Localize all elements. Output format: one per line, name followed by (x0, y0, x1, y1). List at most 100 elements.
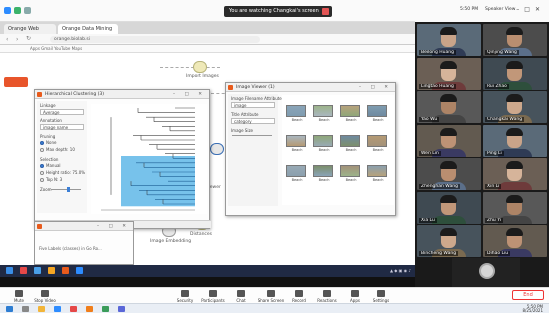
thumbnail[interactable]: Beach (313, 165, 335, 182)
thumbnail[interactable]: Beach (367, 105, 389, 122)
shield-icon[interactable] (14, 7, 21, 14)
participant-name: Ping Li (485, 150, 504, 156)
zoom-slider-track[interactable] (51, 189, 81, 190)
thumbnail[interactable]: Beach (367, 165, 389, 182)
thumbnail[interactable]: Beach (340, 165, 362, 182)
iv-window-controls[interactable]: – □ ✕ (359, 83, 392, 91)
start-icon[interactable] (6, 267, 13, 274)
pruning-max-radio[interactable] (40, 148, 44, 152)
record-button[interactable]: Record (284, 290, 314, 303)
participant-tile[interactable]: Beilong Huang (417, 24, 481, 56)
thumbnail[interactable]: Beach (286, 135, 308, 152)
pruning-none-radio[interactable] (40, 141, 44, 145)
app-icon[interactable] (118, 306, 125, 312)
view-options-icon[interactable] (322, 8, 329, 15)
thumbnail[interactable]: Beach (367, 135, 389, 152)
participant-tile[interactable]: Zhu Yi (483, 191, 547, 224)
import-images-widget[interactable] (193, 61, 207, 73)
participants-button[interactable]: Participants (198, 290, 228, 303)
signal-icon[interactable] (24, 7, 31, 14)
speaker-view-button[interactable]: Speaker View (485, 7, 515, 12)
image-filename-select[interactable]: image (231, 102, 275, 108)
share-screen-button[interactable]: Share Screen (256, 290, 286, 303)
chat-button[interactable]: Chat (226, 290, 256, 303)
hierarchical-widget[interactable] (210, 143, 224, 155)
app-icon[interactable] (102, 306, 109, 312)
security-button[interactable]: Security (170, 290, 200, 303)
dt-window-controls[interactable]: – □ ✕ (97, 222, 130, 230)
hc-title-bar[interactable]: Hierarchical Clustering (3) – □ ✕ (35, 90, 209, 99)
address-bar[interactable]: orange.biolab.si (50, 36, 260, 43)
image-size-slider[interactable] (232, 135, 272, 136)
dendrogram-chart[interactable] (91, 104, 207, 214)
windows-start-icon[interactable] (6, 306, 13, 312)
participant-tile[interactable]: Bincheng Wang (417, 225, 481, 257)
forward-icon[interactable]: › (16, 36, 18, 43)
participant-body (498, 182, 532, 190)
back-icon[interactable]: ‹ (6, 36, 8, 43)
window-controls[interactable]: –□✕ (516, 6, 545, 13)
taskbar-clock[interactable]: 5:50 PM 8/25/2021 (522, 305, 543, 313)
orange-app-icon (228, 85, 233, 90)
thumbnail-caption: Beach (345, 118, 357, 122)
annotation-select[interactable]: image name (40, 124, 84, 130)
browser-toolbar: ‹ › ↻ orange.biolab.si (0, 34, 415, 45)
search-icon[interactable] (22, 306, 29, 312)
participant-tile[interactable]: Ping Li (483, 124, 547, 157)
close-button[interactable]: ✕ (535, 6, 545, 13)
participant-tile[interactable]: Changkai Wang (483, 91, 547, 123)
selection-height-radio[interactable] (40, 171, 44, 175)
participant-tile[interactable]: Rui Zhao (483, 57, 547, 90)
participant-tile[interactable]: Zhenghan Wang (417, 158, 481, 190)
app-icon[interactable] (34, 267, 41, 274)
end-meeting-button[interactable]: End (512, 290, 544, 300)
image-viewer-window[interactable]: Image Viewer (1) – □ ✕ Image Filename At… (225, 82, 396, 216)
reactions-button[interactable]: Reactions (312, 290, 342, 303)
iv-title-bar[interactable]: Image Viewer (1) – □ ✕ (226, 83, 395, 92)
title-attr-select[interactable]: category (231, 118, 275, 124)
thumbnail[interactable]: Beach (340, 135, 362, 152)
settings-button[interactable]: Settings (366, 290, 396, 303)
participant-name: Wen Lin (419, 150, 441, 156)
linkage-select[interactable]: Average (40, 109, 84, 115)
stop-video-button[interactable]: Stop Video (30, 290, 60, 303)
selection-manual-radio[interactable] (40, 164, 44, 168)
participant-tile[interactable]: Wen Lin (417, 124, 481, 157)
zoom-app-icon[interactable] (54, 306, 61, 312)
selection-topn-radio[interactable] (40, 178, 44, 182)
participant-tile[interactable]: Dihao Liu (483, 225, 547, 257)
hc-window-controls[interactable]: – □ ✕ (173, 90, 206, 98)
browser-tab-active[interactable]: Orange Data Mining (58, 24, 118, 34)
participant-tile[interactable]: Qinjing Wang (483, 24, 547, 56)
zoom-slider-handle[interactable] (67, 187, 70, 192)
app-icon[interactable] (48, 267, 55, 274)
thumbnail[interactable]: Beach (286, 165, 308, 182)
participant-hair (506, 27, 523, 35)
participant-tile[interactable]: Xin Li (483, 158, 547, 190)
thumbnail[interactable]: Beach (313, 105, 335, 122)
orange-app-icon[interactable] (62, 267, 69, 274)
dt-title-bar[interactable]: – □ ✕ (35, 222, 133, 231)
participant-hair (506, 161, 523, 169)
thumbnail-grid[interactable]: Beach Beach Beach Beach Beach Beach Beach Beach… (282, 95, 394, 205)
thumbnail[interactable]: Beach (286, 105, 308, 122)
bookmarks-bar[interactable]: Apps Gmail YouTube Maps (0, 45, 415, 53)
data-info-window[interactable]: – □ ✕ Five Labels (classes) in Go Ro... (34, 221, 134, 265)
maximize-button[interactable]: □ (524, 6, 535, 13)
participant-tile[interactable]: Lingtao Huang (417, 57, 481, 90)
app-icon[interactable] (70, 306, 77, 312)
browser-tab[interactable]: Orange Web (4, 24, 56, 34)
zoom-app-icon[interactable] (76, 267, 83, 274)
file-explorer-icon[interactable] (38, 306, 45, 312)
participant-tile[interactable]: Yao Wu (417, 91, 481, 123)
hierarchical-clustering-window[interactable]: Hierarchical Clustering (3) – □ ✕ Linkag… (34, 89, 211, 229)
sharing-banner[interactable]: You are watching Changkai's screen (224, 6, 332, 17)
reload-icon[interactable]: ↻ (26, 35, 31, 42)
participant-tile[interactable]: Xia Lu (417, 191, 481, 224)
thumbnail[interactable]: Beach (313, 135, 335, 152)
app-icon[interactable] (20, 267, 27, 274)
thumbnail[interactable]: Beach (340, 105, 362, 122)
app-icon[interactable] (86, 306, 93, 312)
dt-info-text: Five Labels (classes) in Go Ro... (39, 246, 102, 251)
url-text: orange.biolab.si (54, 37, 91, 42)
